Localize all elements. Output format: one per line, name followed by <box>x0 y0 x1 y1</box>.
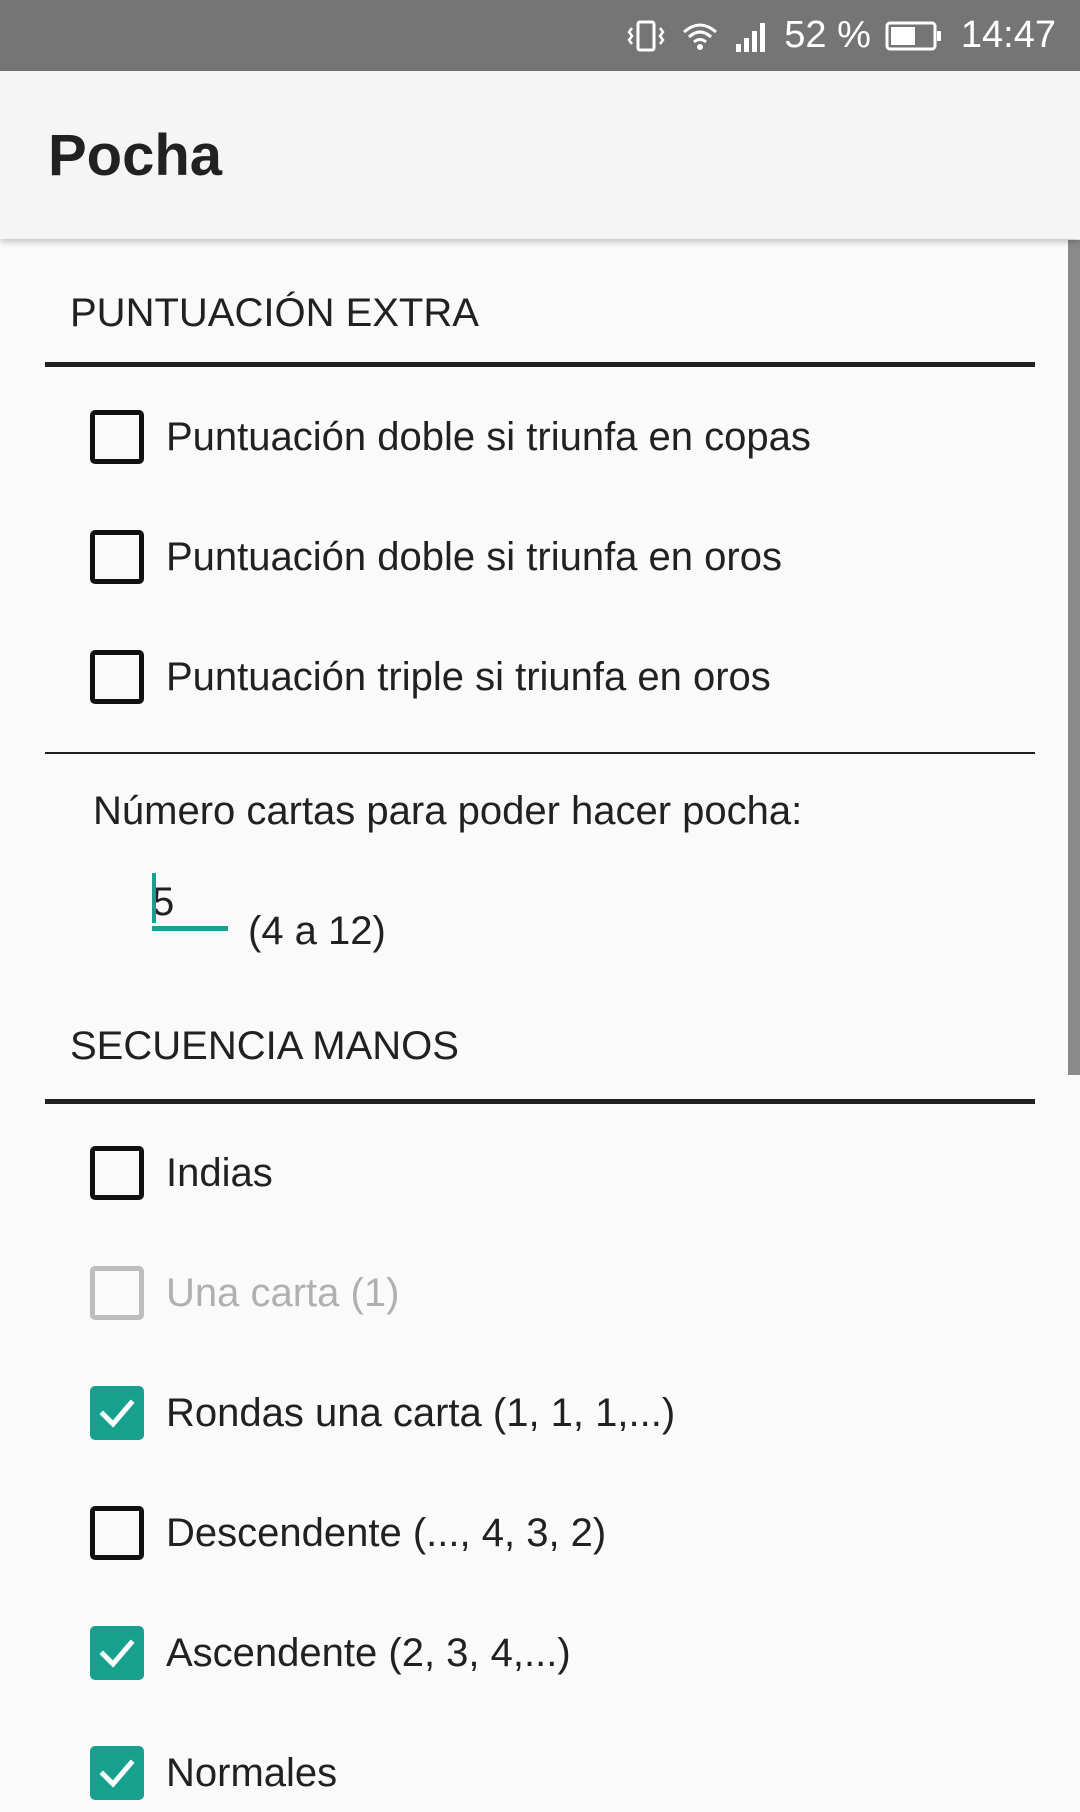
text-cursor <box>152 873 156 923</box>
checkmark-icon <box>99 1399 135 1428</box>
option-label: Puntuación doble si triunfa en copas <box>166 414 811 459</box>
option-indias[interactable]: Indias <box>90 1143 273 1203</box>
status-bar: 52 % 14:47 <box>0 0 1080 71</box>
checkbox-descendente[interactable] <box>90 1506 144 1560</box>
option-rondas-una-carta[interactable]: Rondas una carta (1, 1, 1,...) <box>90 1383 675 1443</box>
vibrate-icon <box>626 18 666 54</box>
option-label: Normales <box>166 1750 338 1795</box>
checkmark-icon <box>99 1639 135 1668</box>
checkmark-icon <box>99 1759 135 1788</box>
option-normales[interactable]: Normales <box>90 1743 337 1803</box>
option-ascendente[interactable]: Ascendente (2, 3, 4,...) <box>90 1623 571 1683</box>
pocha-cards-label: Número cartas para poder hacer pocha: <box>93 789 803 833</box>
battery-percent: 52 % <box>784 14 871 56</box>
checkbox-rondas-una-carta[interactable] <box>90 1386 144 1440</box>
option-label: Indias <box>166 1150 273 1195</box>
checkbox-doble-oros[interactable] <box>90 530 144 584</box>
checkbox-ascendente[interactable] <box>90 1626 144 1680</box>
option-label: Ascendente (2, 3, 4,...) <box>166 1630 571 1675</box>
app-bar: Pocha <box>0 71 1080 239</box>
checkbox-doble-copas[interactable] <box>90 410 144 464</box>
option-label: Descendente (..., 4, 3, 2) <box>166 1510 607 1555</box>
signal-icon <box>734 18 770 54</box>
app-title: Pocha <box>48 122 223 188</box>
checkbox-una-carta <box>90 1266 144 1320</box>
section-header-puntuacion-extra: PUNTUACIÓN EXTRA <box>45 291 1035 367</box>
section-title: SECUENCIA MANOS <box>70 1024 459 1068</box>
option-doble-copas[interactable]: Puntuación doble si triunfa en copas <box>90 407 811 467</box>
option-doble-oros[interactable]: Puntuación doble si triunfa en oros <box>90 527 782 587</box>
option-label: Puntuación triple si triunfa en oros <box>166 654 771 699</box>
option-triple-oros[interactable]: Puntuación triple si triunfa en oros <box>90 647 771 707</box>
section-header-secuencia-manos: SECUENCIA MANOS <box>45 1024 1035 1104</box>
battery-icon <box>885 21 943 51</box>
pocha-cards-field[interactable] <box>152 873 228 931</box>
divider <box>45 752 1035 754</box>
option-una-carta: Una carta (1) <box>90 1263 399 1323</box>
section-title: PUNTUACIÓN EXTRA <box>70 291 479 335</box>
pocha-cards-range: (4 a 12) <box>248 909 386 953</box>
option-label: Puntuación doble si triunfa en oros <box>166 534 782 579</box>
scrollbar[interactable] <box>1068 240 1080 1075</box>
option-label: Rondas una carta (1, 1, 1,...) <box>166 1390 676 1435</box>
pocha-cards-input[interactable] <box>152 879 228 926</box>
option-label: Una carta (1) <box>166 1270 400 1315</box>
checkbox-indias[interactable] <box>90 1146 144 1200</box>
clock: 14:47 <box>960 14 1056 56</box>
wifi-icon <box>680 18 720 54</box>
option-descendente[interactable]: Descendente (..., 4, 3, 2) <box>90 1503 606 1563</box>
checkbox-normales[interactable] <box>90 1746 144 1800</box>
checkbox-triple-oros[interactable] <box>90 650 144 704</box>
